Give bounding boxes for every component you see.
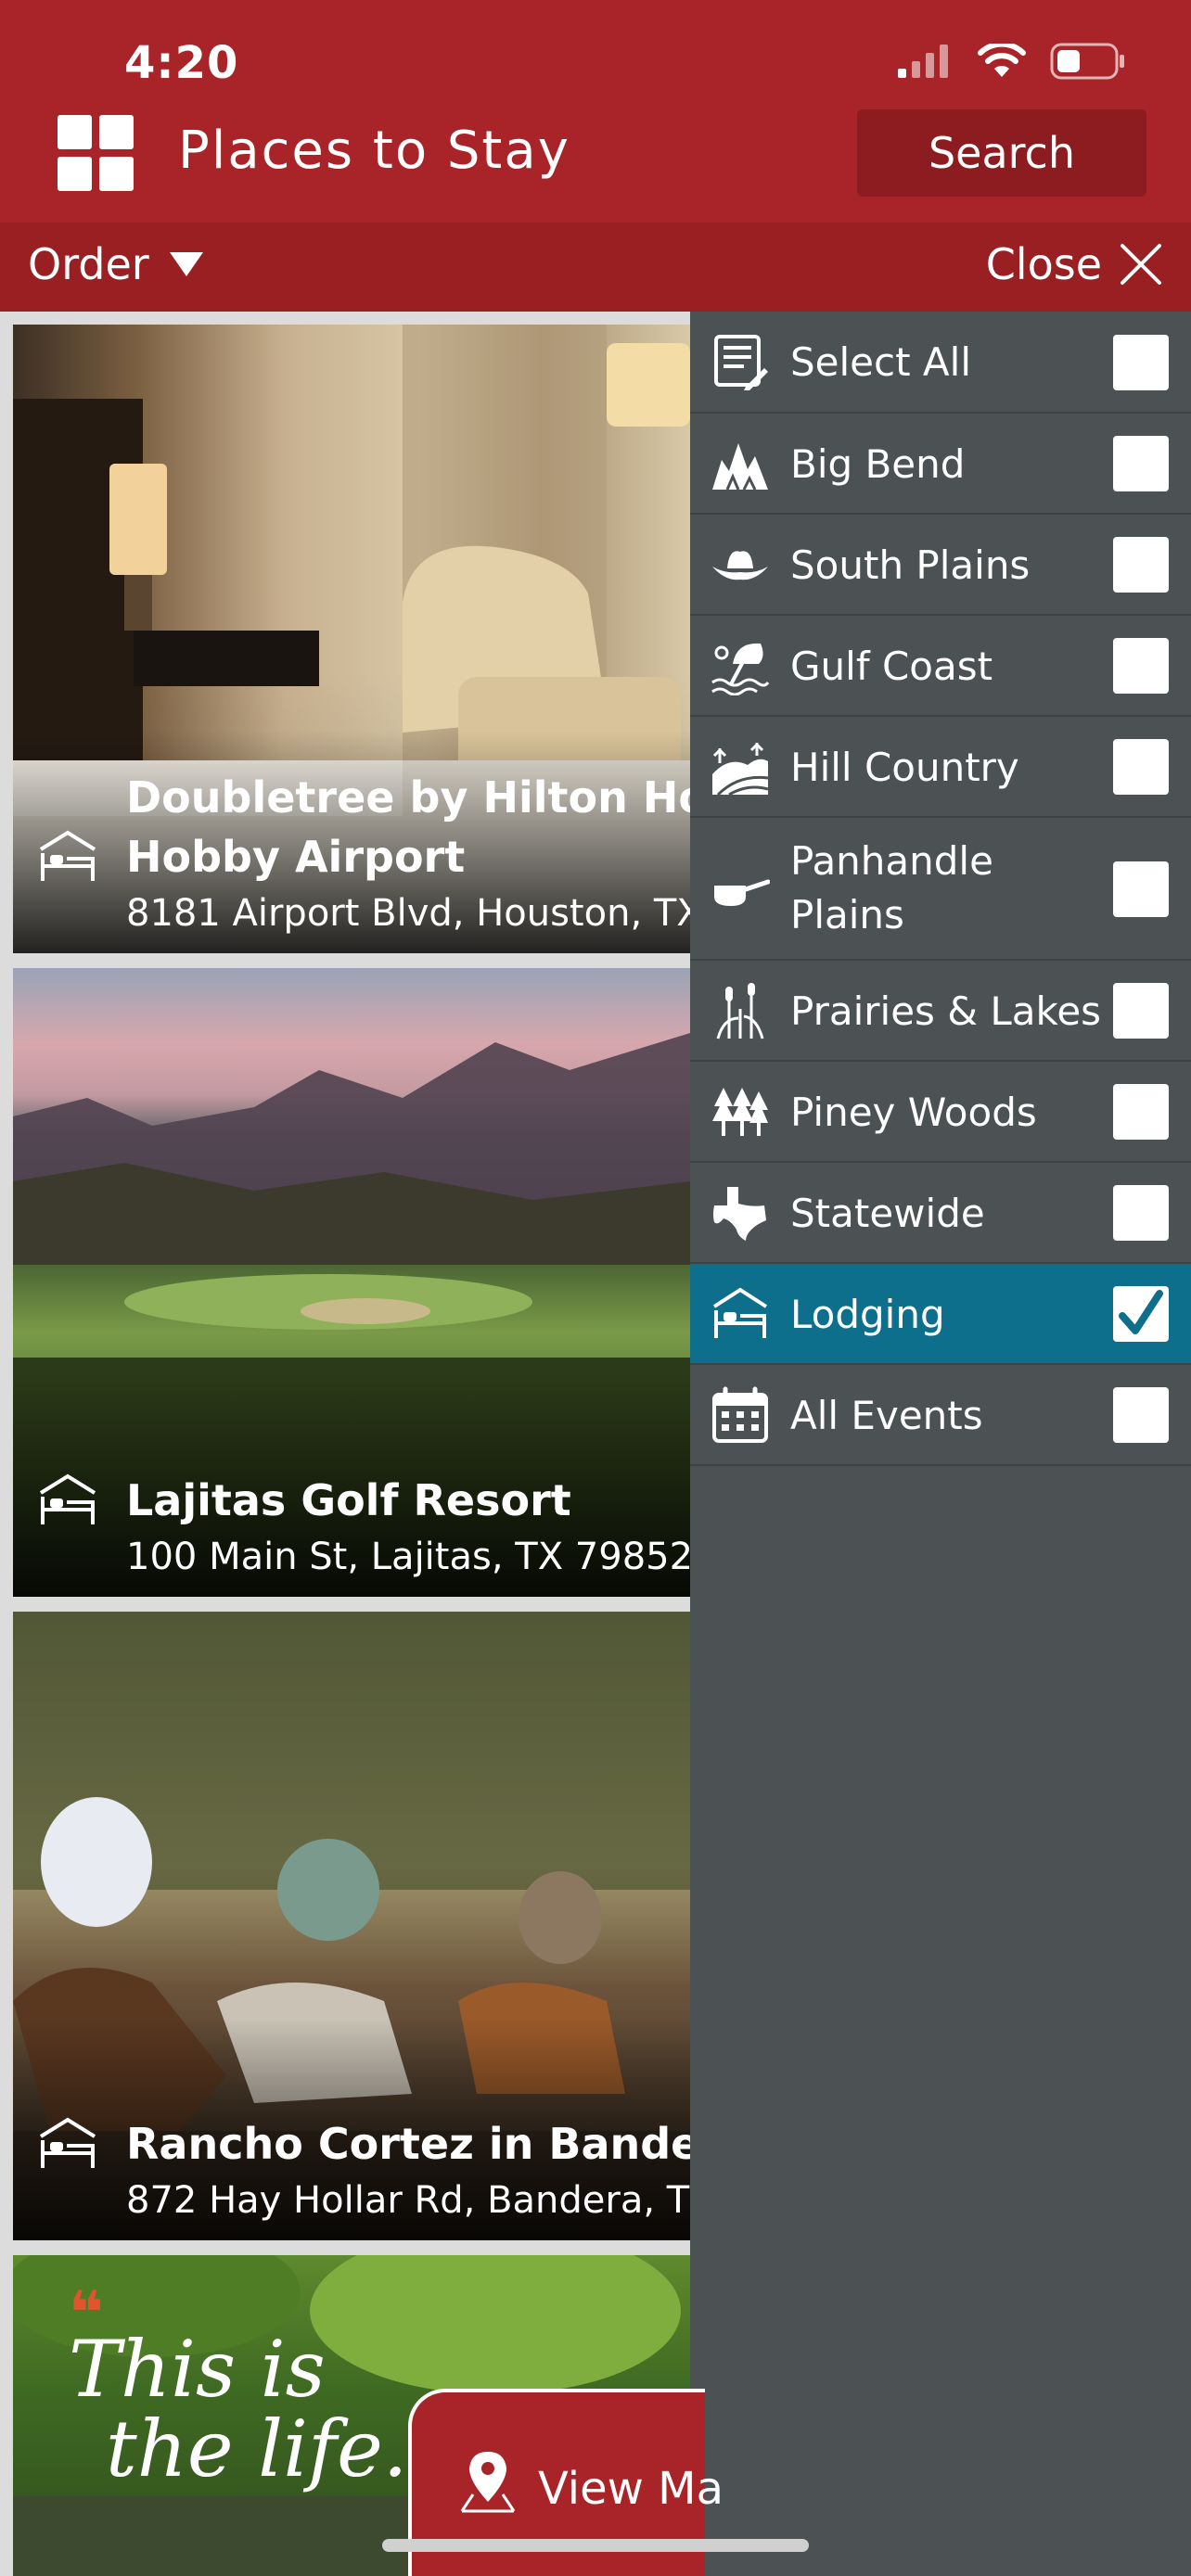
listing-info: Lajitas Golf Resort 100 Main St, Lajitas… bbox=[126, 1471, 690, 1584]
listing-name: Rancho Cortez in Bandera bbox=[126, 2119, 690, 2169]
battery-icon bbox=[1050, 43, 1124, 80]
filter-checkbox[interactable] bbox=[1113, 436, 1169, 491]
beach-umbrella-icon bbox=[711, 643, 770, 695]
menu-grid-icon[interactable] bbox=[58, 115, 134, 191]
status-icons bbox=[898, 43, 1126, 80]
bed-icon bbox=[712, 1287, 768, 1338]
listing-card[interactable]: Rancho Cortez in Bandera 872 Hay Hollar … bbox=[13, 1612, 690, 2240]
promo-text: This is the life. bbox=[69, 2324, 408, 2494]
filter-checkbox[interactable] bbox=[1113, 1185, 1169, 1241]
filter-label: Lodging bbox=[790, 1292, 945, 1337]
filter-checkbox[interactable] bbox=[1113, 638, 1169, 694]
filter-row-big-bend[interactable]: Big Bend bbox=[690, 414, 1191, 515]
close-icon bbox=[1121, 244, 1161, 285]
listing-address: 8181 Airport Blvd, Houston, TX bbox=[126, 892, 690, 935]
listing-address: 872 Hay Hollar Rd, Bandera, TX bbox=[126, 2179, 690, 2222]
mountains-icon bbox=[712, 443, 768, 491]
filter-checkbox[interactable] bbox=[1113, 861, 1169, 917]
signal-icon bbox=[898, 45, 948, 78]
filter-checkbox[interactable] bbox=[1113, 1387, 1169, 1443]
bed-icon bbox=[39, 2117, 96, 2168]
listing-name-cont: Hobby Airport bbox=[126, 832, 466, 882]
filter-row-lodging[interactable]: Lodging bbox=[690, 1264, 1191, 1365]
filter-label: Statewide bbox=[790, 1191, 985, 1236]
filter-checkbox[interactable] bbox=[1113, 1286, 1169, 1342]
sort-filter-bar: Order Close bbox=[0, 223, 1191, 312]
listing-name: Doubletree by Hilton Hous bbox=[126, 772, 690, 823]
wifi-icon bbox=[978, 44, 1026, 77]
close-label: Close bbox=[985, 239, 1102, 289]
filter-checkbox[interactable] bbox=[1113, 537, 1169, 593]
bed-icon bbox=[39, 1473, 96, 1524]
region-filter-panel: Select All Big Bend South Plains Gulf Co… bbox=[690, 312, 1191, 2576]
order-label: Order bbox=[28, 239, 149, 289]
listing-card[interactable]: Lajitas Golf Resort 100 Main St, Lajitas… bbox=[13, 968, 690, 1597]
filter-row-panhandle-plains[interactable]: Panhandle Plains bbox=[690, 818, 1191, 961]
filter-checkbox[interactable] bbox=[1113, 1084, 1169, 1140]
filter-label: Gulf Coast bbox=[790, 644, 993, 689]
status-time: 4:20 bbox=[124, 37, 239, 89]
view-map-label: View Ma bbox=[538, 2463, 724, 2515]
filter-row-statewide[interactable]: Statewide bbox=[690, 1163, 1191, 1264]
filter-label: Prairies & Lakes bbox=[790, 988, 1102, 1034]
chevron-down-icon bbox=[169, 252, 203, 276]
close-filter-button[interactable]: Close bbox=[986, 239, 1163, 289]
calendar-icon bbox=[712, 1386, 768, 1443]
app-header: 4:20 Places to Stay Search bbox=[0, 0, 1191, 223]
filter-row-piney-woods[interactable]: Piney Woods bbox=[690, 1062, 1191, 1163]
filter-row-gulf-coast[interactable]: Gulf Coast bbox=[690, 616, 1191, 717]
checkmark-icon bbox=[1119, 1290, 1163, 1334]
cattails-icon bbox=[716, 983, 764, 1039]
filter-checkbox[interactable] bbox=[1113, 739, 1169, 795]
list-edit-icon bbox=[714, 335, 768, 390]
filter-checkbox[interactable] bbox=[1113, 335, 1169, 390]
filter-label: South Plains bbox=[790, 542, 1031, 588]
filter-row-south-plains[interactable]: South Plains bbox=[690, 515, 1191, 616]
bed-icon bbox=[39, 830, 96, 881]
filter-label: Hill Country bbox=[790, 745, 1019, 790]
texas-icon bbox=[713, 1187, 766, 1241]
filter-label: Big Bend bbox=[790, 441, 966, 487]
page-title: Places to Stay bbox=[178, 121, 570, 181]
filter-row-prairies-lakes[interactable]: Prairies & Lakes bbox=[690, 961, 1191, 1062]
order-dropdown[interactable]: Order bbox=[28, 239, 203, 289]
hills-icon bbox=[712, 743, 769, 797]
listing-info: Rancho Cortez in Bandera 872 Hay Hollar … bbox=[126, 2114, 690, 2227]
listing-name: Lajitas Golf Resort bbox=[126, 1475, 571, 1525]
filter-label: Panhandle Plains bbox=[790, 838, 993, 937]
filter-label: All Events bbox=[790, 1393, 983, 1438]
home-indicator bbox=[382, 2539, 809, 2552]
filter-label: Piney Woods bbox=[790, 1090, 1037, 1135]
listing-address: 100 Main St, Lajitas, TX 79852 bbox=[126, 1536, 690, 1578]
filter-checkbox[interactable] bbox=[1113, 983, 1169, 1039]
filter-row-all-events[interactable]: All Events bbox=[690, 1365, 1191, 1466]
cowboy-hat-icon bbox=[712, 551, 768, 580]
search-button[interactable]: Search bbox=[857, 109, 1146, 197]
skillet-icon bbox=[714, 879, 770, 906]
filter-label: Select All bbox=[790, 339, 971, 385]
map-pin-icon bbox=[460, 2452, 516, 2513]
filter-row-select-all[interactable]: Select All bbox=[690, 312, 1191, 414]
pine-trees-icon bbox=[712, 1088, 768, 1136]
listing-card[interactable]: Doubletree by Hilton Hous Hobby Airport … bbox=[13, 325, 690, 953]
listing-info: Doubletree by Hilton Hous Hobby Airport … bbox=[126, 768, 690, 940]
filter-row-hill-country[interactable]: Hill Country bbox=[690, 717, 1191, 818]
